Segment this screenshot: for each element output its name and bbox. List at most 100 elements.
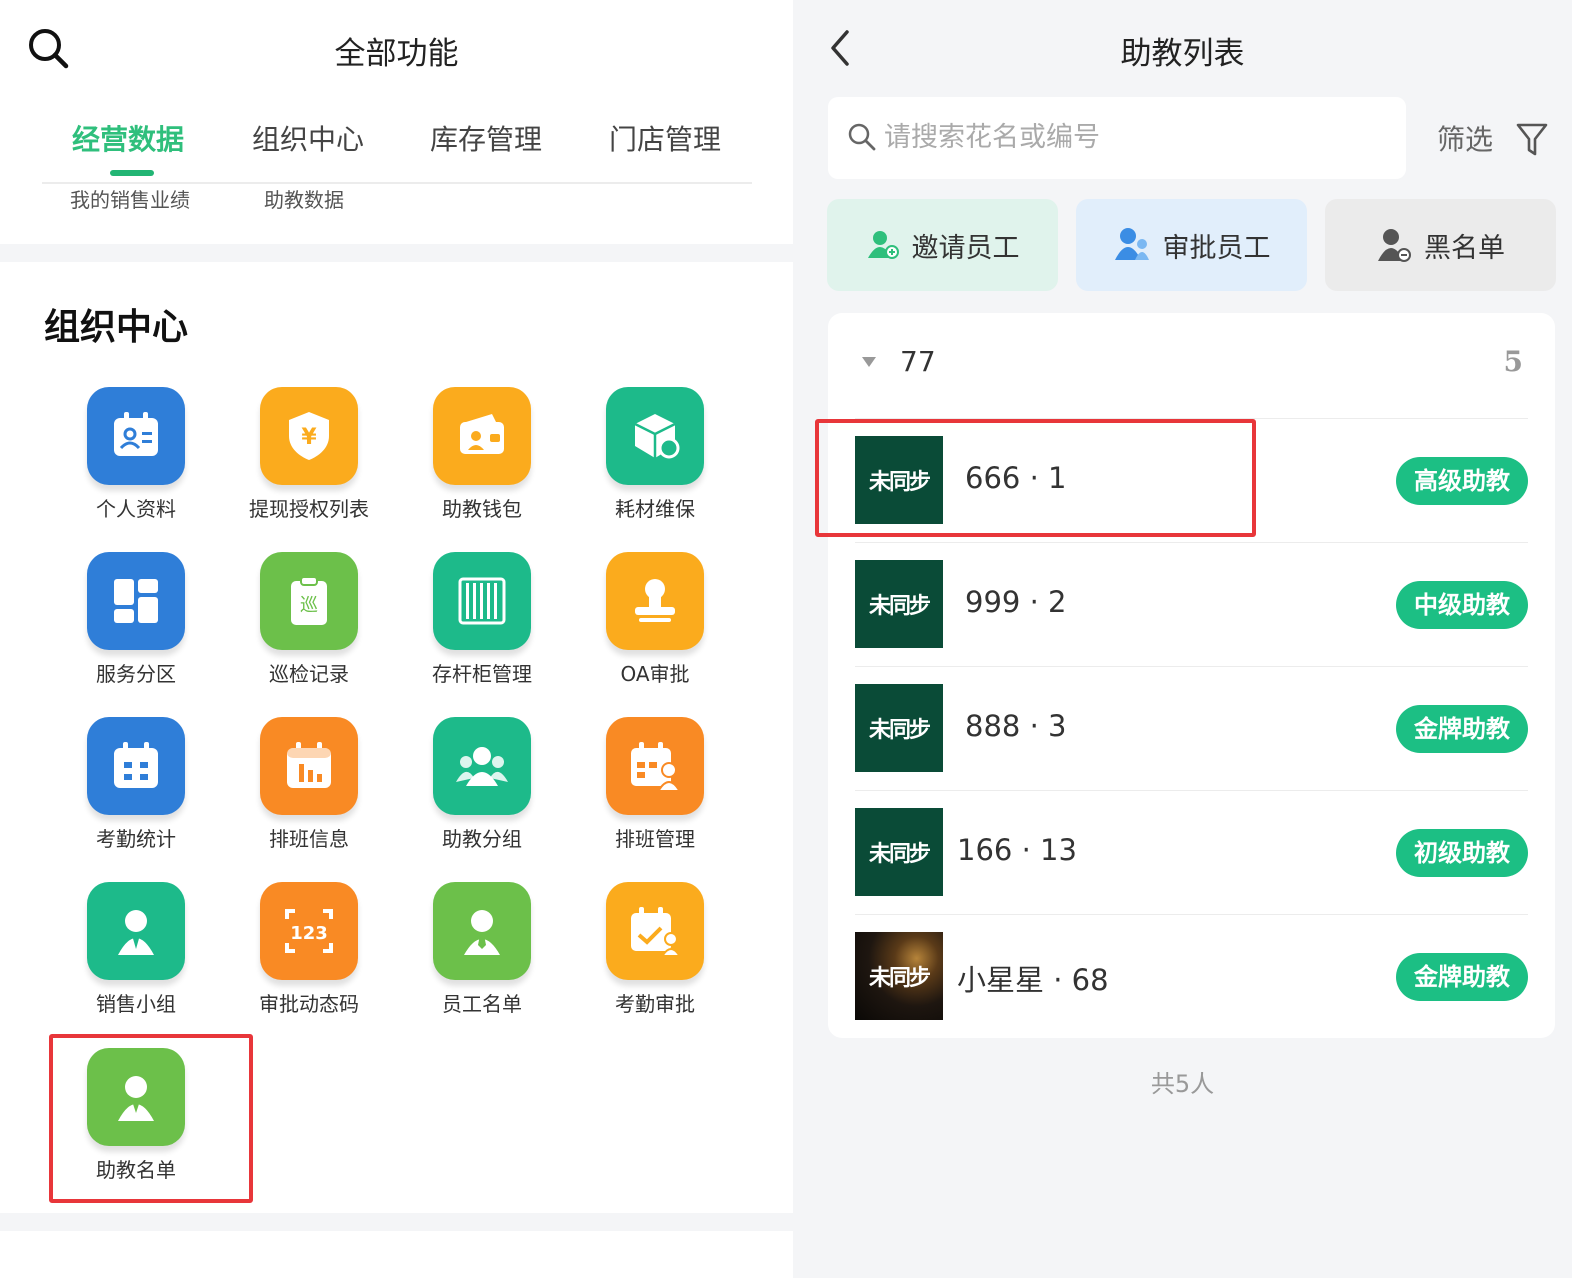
tile-label: 排班信息 — [269, 827, 349, 851]
tile-label: 提现授权列表 — [249, 497, 369, 521]
total-count: 共5人 — [1150, 1070, 1215, 1098]
assistant-name: 166 · 13 — [957, 833, 1077, 867]
sub-item-assistant-data[interactable]: 助教数据 — [264, 184, 344, 213]
svg-text:巡: 巡 — [300, 595, 318, 616]
assistant-name: 999 · 2 — [965, 585, 1067, 619]
tab-inventory[interactable]: 库存管理 — [430, 118, 542, 158]
tile-label: 助教分组 — [442, 827, 522, 851]
tile-assistant-wallet[interactable]: 助教钱包 — [396, 387, 568, 547]
svg-text:¥: ¥ — [301, 425, 317, 450]
avatar: 未同步 — [855, 560, 943, 648]
assistant-name: 888 · 3 — [965, 709, 1067, 743]
tile-label: 考勤审批 — [615, 992, 695, 1016]
tile-label: OA审批 — [620, 662, 690, 686]
list-item[interactable]: 未同步 999 · 2 中级助教 — [855, 542, 1528, 666]
tile-label: 存杆柜管理 — [432, 662, 532, 686]
box-wrench-icon — [606, 387, 704, 485]
tab-organization[interactable]: 组织中心 — [252, 118, 364, 158]
grid-blocks-icon — [87, 552, 185, 650]
avatar: 未同步 — [855, 808, 943, 896]
blacklist-button[interactable]: 黑名单 — [1325, 199, 1556, 291]
approve-label: 审批员工 — [1162, 232, 1271, 264]
tile-sales-group[interactable]: 销售小组 — [50, 882, 222, 1042]
calendar-chart-icon — [260, 717, 358, 815]
search-input[interactable] — [884, 115, 1384, 159]
tile-attendance-approval[interactable]: 考勤审批 — [569, 882, 741, 1042]
assistant-name: 小星星 · 68 — [957, 963, 1109, 997]
collapse-arrow-icon[interactable] — [862, 357, 876, 367]
tile-oa-approval[interactable]: OA审批 — [569, 552, 741, 712]
page-title: 全部功能 — [334, 36, 459, 72]
tile-label: 销售小组 — [96, 992, 176, 1016]
level-badge: 金牌助教 — [1396, 705, 1528, 753]
all-functions-panel: 全部功能 经营数据 组织中心 库存管理 门店管理 我的销售业绩 助教数据 组织中… — [0, 0, 793, 1278]
list-item[interactable]: 未同步 166 · 13 初级助教 — [855, 790, 1528, 914]
tile-assistant-group[interactable]: 助教分组 — [396, 717, 568, 877]
stamp-icon — [606, 552, 704, 650]
cue-cabinet-icon — [433, 552, 531, 650]
calendar-approve-icon — [606, 882, 704, 980]
search-icon — [848, 123, 876, 151]
level-badge: 高级助教 — [1396, 457, 1528, 505]
tile-label: 考勤统计 — [96, 827, 176, 851]
tile-label: 耗材维保 — [615, 497, 695, 521]
tab-store[interactable]: 门店管理 — [609, 118, 721, 158]
page-title: 助教列表 — [1120, 36, 1245, 72]
salesperson-icon — [87, 882, 185, 980]
tile-approval-code[interactable]: 123 审批动态码 — [223, 882, 395, 1042]
tile-profile[interactable]: 个人资料 — [50, 387, 222, 547]
tile-schedule-manage[interactable]: 排班管理 — [569, 717, 741, 877]
sub-item-my-sales[interactable]: 我的销售业绩 — [70, 184, 190, 213]
section-divider — [0, 244, 793, 262]
tile-employee-list[interactable]: 员工名单 — [396, 882, 568, 1042]
calendar-person-icon — [606, 717, 704, 815]
funnel-icon[interactable] — [1515, 120, 1549, 158]
highlight-box — [49, 1034, 253, 1203]
tile-label: 巡检记录 — [269, 662, 349, 686]
tile-label: 个人资料 — [96, 497, 176, 521]
tab-business-data[interactable]: 经营数据 — [72, 118, 184, 158]
tile-attendance-stats[interactable]: 考勤统计 — [50, 717, 222, 877]
avatar: 未同步 — [855, 932, 943, 1020]
svg-text:123: 123 — [290, 923, 328, 944]
clipboard-icon: 巡 — [260, 552, 358, 650]
filter-button[interactable]: 筛选 — [1437, 118, 1493, 158]
tile-service-zone[interactable]: 服务分区 — [50, 552, 222, 712]
group-icon — [433, 717, 531, 815]
tile-inspection[interactable]: 巡 巡检记录 — [223, 552, 395, 712]
blocked-user-icon — [1378, 229, 1411, 262]
section-divider — [0, 1213, 793, 1231]
avatar: 未同步 — [855, 684, 943, 772]
section-title: 组织中心 — [44, 307, 189, 348]
assistant-list-panel: 助教列表 筛选 邀请员工 审批员工 黑名单 77 5 未同步 666 · 1 高… — [793, 0, 1572, 1278]
tile-withdraw-auth[interactable]: ¥ 提现授权列表 — [223, 387, 395, 547]
invite-user-icon — [867, 231, 899, 259]
left-header: 全部功能 — [0, 0, 793, 98]
blacklist-label: 黑名单 — [1424, 232, 1505, 264]
level-badge: 中级助教 — [1396, 581, 1528, 629]
code-123-icon: 123 — [260, 882, 358, 980]
invite-label: 邀请员工 — [911, 232, 1020, 264]
active-tab-indicator — [110, 170, 154, 176]
employee-icon — [433, 882, 531, 980]
highlight-box — [815, 419, 1256, 537]
approve-employee-button[interactable]: 审批员工 — [1076, 199, 1307, 291]
group-count: 5 — [1503, 345, 1523, 378]
list-item[interactable]: 未同步 888 · 3 金牌助教 — [855, 666, 1528, 790]
tile-label: 员工名单 — [442, 992, 522, 1016]
tile-schedule-info[interactable]: 排班信息 — [223, 717, 395, 877]
search-bar — [828, 97, 1406, 179]
wallet-icon — [433, 387, 531, 485]
tile-label: 助教钱包 — [442, 497, 522, 521]
category-tabs: 经营数据 组织中心 库存管理 门店管理 — [42, 110, 752, 184]
list-item[interactable]: 未同步 小星星 · 68 金牌助教 — [855, 914, 1528, 1038]
tile-label: 排班管理 — [615, 827, 695, 851]
group-name[interactable]: 77 — [900, 345, 936, 378]
tile-cue-cabinet[interactable]: 存杆柜管理 — [396, 552, 568, 712]
tile-label: 服务分区 — [96, 662, 176, 686]
profile-card-icon — [87, 387, 185, 485]
yuan-shield-icon: ¥ — [260, 387, 358, 485]
tile-label: 审批动态码 — [259, 992, 359, 1016]
tile-consumables[interactable]: 耗材维保 — [569, 387, 741, 547]
invite-employee-button[interactable]: 邀请员工 — [827, 199, 1058, 291]
